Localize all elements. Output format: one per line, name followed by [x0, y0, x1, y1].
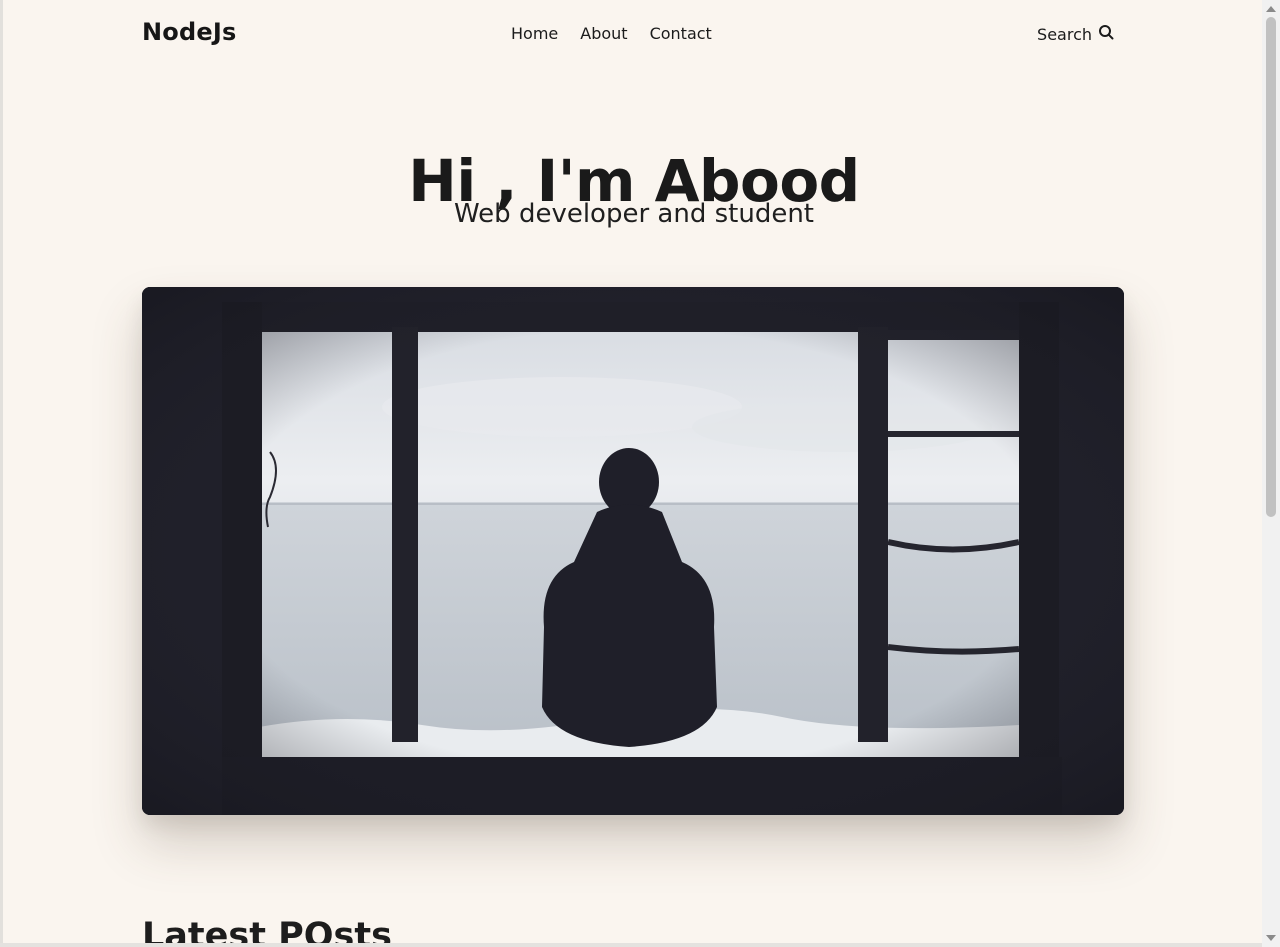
latest-posts-heading: Latest POsts — [142, 916, 392, 945]
nav-home-link[interactable]: Home — [511, 24, 558, 43]
search-label: Search — [1037, 24, 1092, 44]
site-logo[interactable]: NodeJs — [142, 18, 236, 46]
page: NodeJs Home About Contact Search Hi , I'… — [0, 0, 1262, 945]
nav-contact-link[interactable]: Contact — [650, 24, 712, 43]
site-header: NodeJs Home About Contact Search — [142, 15, 1122, 55]
scroll-up-arrow-icon[interactable] — [1266, 6, 1276, 12]
main-nav: Home About Contact — [511, 24, 734, 43]
vertical-scrollbar[interactable] — [1262, 0, 1280, 947]
nav-about-link[interactable]: About — [580, 24, 627, 43]
search-button[interactable]: Search — [1037, 24, 1114, 44]
hero-subtitle: Web developer and student — [454, 199, 814, 229]
scroll-down-arrow-icon[interactable] — [1266, 935, 1276, 941]
hero-image — [142, 287, 1124, 815]
scrollbar-thumb[interactable] — [1266, 17, 1276, 517]
window-bottom-edge — [0, 943, 1262, 947]
search-icon — [1098, 24, 1114, 44]
